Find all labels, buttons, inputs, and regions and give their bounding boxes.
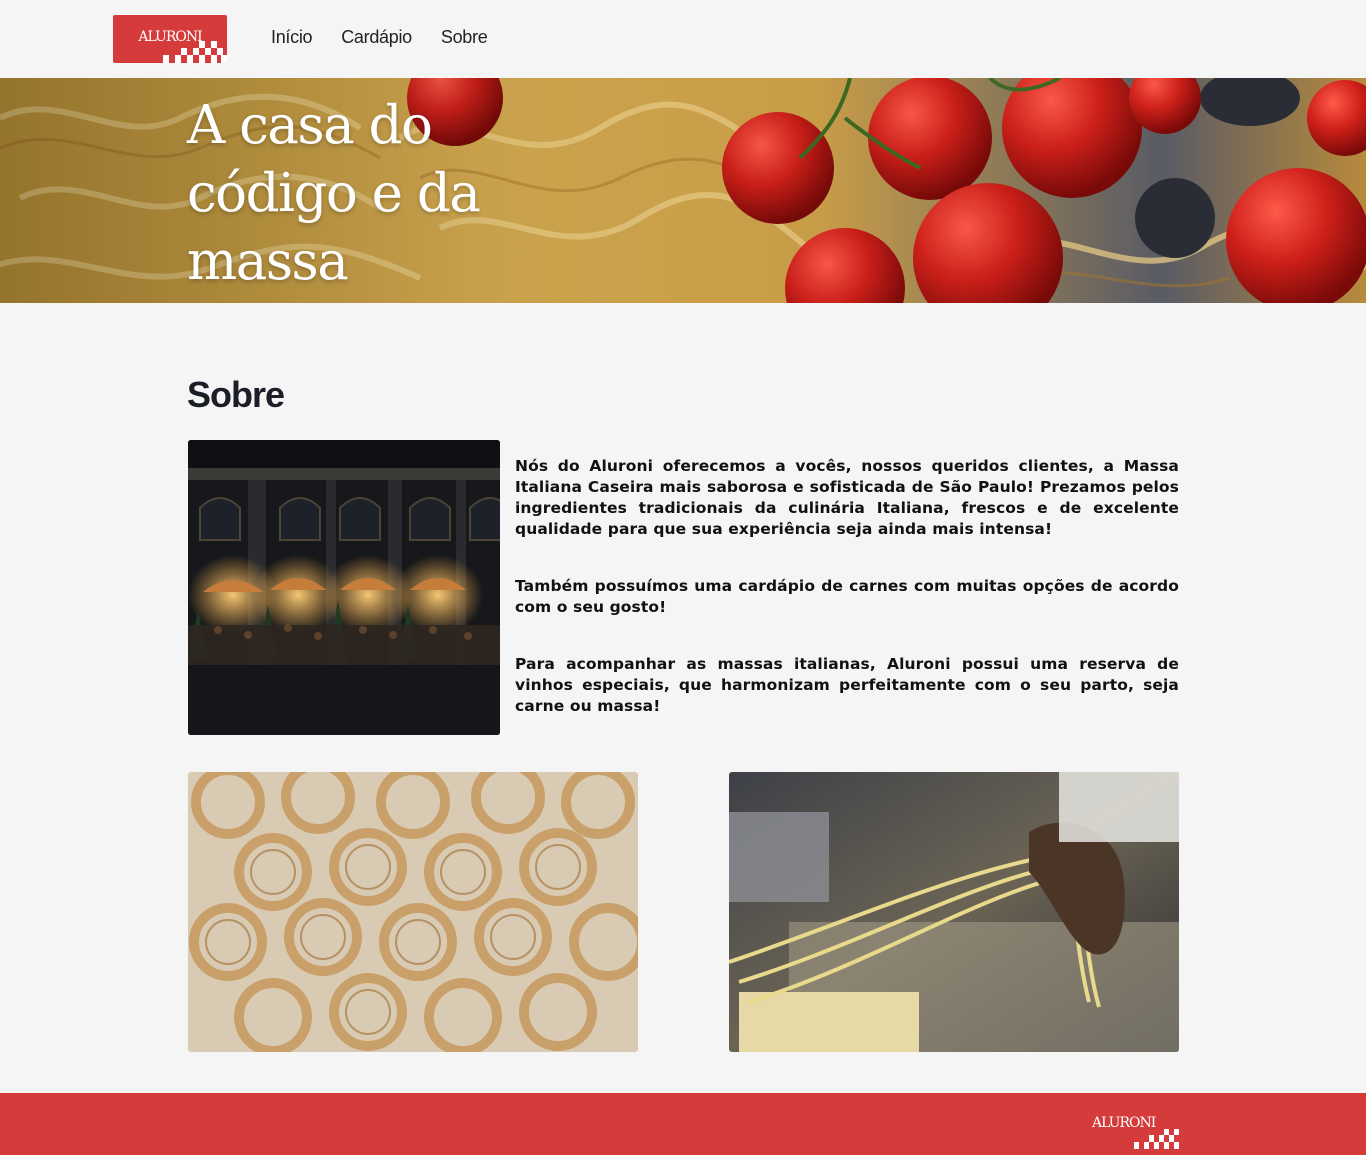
site-footer: ALURONI xyxy=(0,1093,1366,1155)
site-header: ALURONI Início Cardápio Sobre xyxy=(0,0,1366,78)
nav-item-cardapio[interactable]: Cardápio xyxy=(341,27,412,48)
nav-item-sobre[interactable]: Sobre xyxy=(441,27,488,48)
site-logo[interactable]: ALURONI xyxy=(113,15,227,63)
about-paragraph: Também possuímos uma cardápio de carnes … xyxy=(515,577,1179,616)
about-text: Nós do Aluroni oferecemos a vocês, nosso… xyxy=(515,456,1179,753)
main-nav: Início Cardápio Sobre xyxy=(271,27,488,48)
pasta-nests-image xyxy=(188,772,638,1052)
nav-item-inicio[interactable]: Início xyxy=(271,27,313,48)
about-paragraph: Nós do Aluroni oferecemos a vocês, nosso… xyxy=(515,457,1179,538)
restaurant-night-image xyxy=(188,440,500,735)
about-title: Sobre xyxy=(187,374,285,415)
footer-logo[interactable]: ALURONI xyxy=(1090,1115,1182,1155)
hero-banner: A casa do código e da massa xyxy=(0,78,1366,303)
about-paragraph: Para acompanhar as massas italianas, Alu… xyxy=(515,655,1179,715)
checkerboard-flag-icon xyxy=(163,41,227,63)
hero-title: A casa do código e da massa xyxy=(187,95,481,292)
checkerboard-flag-icon xyxy=(1134,1129,1179,1149)
pasta-making-image xyxy=(729,772,1179,1052)
